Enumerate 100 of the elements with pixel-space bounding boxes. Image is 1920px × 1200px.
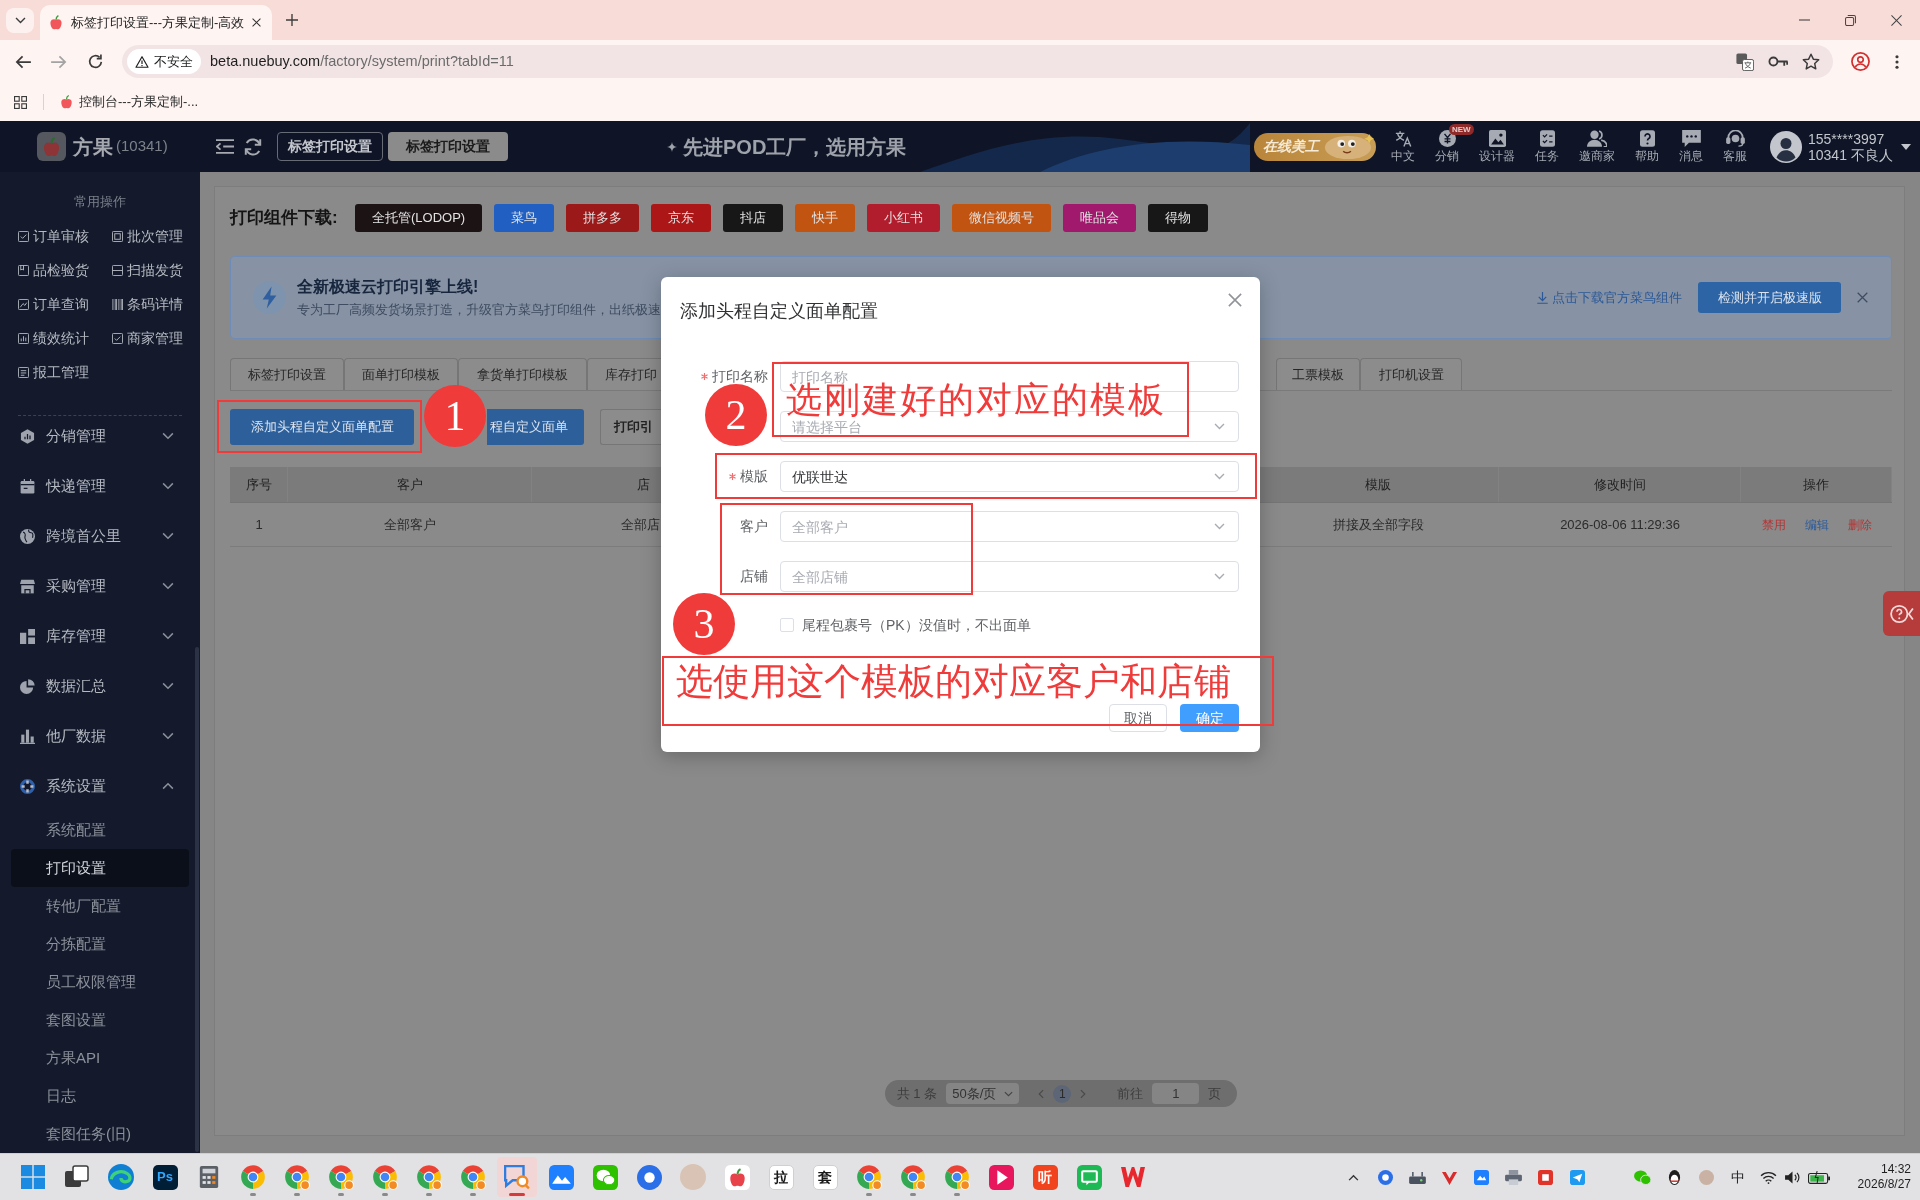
help-tab[interactable]: [1883, 591, 1920, 636]
key-icon[interactable]: [1768, 56, 1788, 67]
bookmark-link[interactable]: 控制台---方果定制-...: [55, 92, 204, 112]
tab[interactable]: 打印机设置: [1360, 358, 1462, 390]
menu-item[interactable]: 采购管理: [0, 566, 200, 606]
download-button[interactable]: 快手: [795, 204, 856, 232]
taskbar-button[interactable]: 套: [805, 1157, 845, 1197]
tab[interactable]: 工票模板: [1276, 358, 1360, 390]
forward-icon[interactable]: [51, 54, 67, 69]
scrollbar-thumb[interactable]: [195, 647, 199, 1152]
download-button[interactable]: 全托管(LODOP): [355, 204, 483, 232]
submenu-item[interactable]: 系统配置: [0, 811, 200, 849]
tab[interactable]: 面单打印模板: [344, 358, 458, 390]
download-button[interactable]: 唯品会: [1063, 204, 1137, 232]
speaker-icon[interactable]: [1784, 1170, 1800, 1184]
input-method-indicator[interactable]: 中: [1731, 1166, 1745, 1188]
download-button[interactable]: 京东: [651, 204, 712, 232]
header-tool[interactable]: 中文: [1381, 130, 1425, 163]
tab[interactable]: 标签打印设置: [230, 358, 344, 390]
tab-list-button[interactable]: [6, 7, 34, 33]
tab[interactable]: 库存打印: [587, 358, 661, 390]
quick-link[interactable]: 批次管理: [112, 219, 206, 253]
menu-item[interactable]: 跨境首公里: [0, 516, 200, 556]
minimize-icon[interactable]: [1798, 19, 1810, 21]
header-tool[interactable]: 客服: [1713, 130, 1757, 163]
paper-plane-icon[interactable]: [1569, 1169, 1585, 1185]
print-engine-select[interactable]: 打印引: [600, 409, 661, 445]
app-tile-icon[interactable]: [1537, 1169, 1553, 1185]
page-input[interactable]: 1: [1152, 1083, 1200, 1104]
custom-form-button[interactable]: 程自定义面单: [487, 409, 584, 445]
download-button[interactable]: 得物: [1148, 204, 1209, 232]
clock[interactable]: 14:32 2026/8/27: [1859, 1162, 1911, 1192]
breadcrumb-tab[interactable]: 标签打印设置: [388, 132, 508, 161]
translate-icon[interactable]: [1736, 52, 1754, 71]
profile-icon[interactable]: [1851, 52, 1870, 71]
taskbar-button[interactable]: 听: [1025, 1157, 1065, 1197]
enable-fast-button[interactable]: 检测并开启极速版: [1698, 282, 1841, 313]
submenu-item[interactable]: 打印设置: [11, 849, 189, 887]
reload-icon[interactable]: [87, 54, 103, 69]
cloud-app-icon[interactable]: [1473, 1169, 1489, 1185]
quick-link[interactable]: 条码详情: [112, 287, 206, 321]
caret-down-icon[interactable]: [1901, 143, 1911, 150]
printer-icon[interactable]: [1504, 1169, 1522, 1185]
quick-link[interactable]: 绩效统计: [18, 321, 112, 355]
submenu-item[interactable]: 方果API: [0, 1039, 200, 1077]
router-icon[interactable]: [1408, 1170, 1426, 1184]
menu-item[interactable]: 系统设置: [0, 766, 200, 806]
page-size-select[interactable]: 50条/页: [946, 1083, 1020, 1104]
restore-icon[interactable]: [1844, 14, 1856, 26]
security-chip[interactable]: 不安全: [127, 49, 201, 74]
quick-link[interactable]: 订单审核: [18, 219, 112, 253]
quick-link[interactable]: 商家管理: [112, 321, 206, 355]
menu-item[interactable]: 库存管理: [0, 616, 200, 656]
taskbar-button[interactable]: Ps: [145, 1157, 185, 1197]
v-shape-icon[interactable]: [1441, 1169, 1457, 1185]
quick-link[interactable]: 品检验货: [18, 253, 112, 287]
menu-item[interactable]: 分销管理: [0, 416, 200, 456]
menu-fold-icon[interactable]: [216, 139, 234, 154]
header-tool[interactable]: 消息: [1669, 130, 1713, 163]
checkbox[interactable]: [780, 618, 794, 632]
header-tool[interactable]: 任务: [1525, 130, 1569, 163]
submenu-item[interactable]: 转他厂配置: [0, 887, 200, 925]
download-button[interactable]: 抖店: [723, 204, 784, 232]
refresh-icon[interactable]: [244, 137, 262, 156]
quick-link[interactable]: 扫描发货: [112, 253, 206, 287]
close-icon[interactable]: [252, 18, 261, 27]
chevron-up-icon[interactable]: [1347, 1173, 1359, 1181]
menu-item[interactable]: 他厂数据: [0, 716, 200, 756]
menu-icon[interactable]: [1895, 54, 1899, 69]
taskbar-button[interactable]: 拉: [761, 1157, 801, 1197]
battery-icon[interactable]: [1808, 1170, 1830, 1184]
submenu-item[interactable]: 员工权限管理: [0, 963, 200, 1001]
tab[interactable]: 拿货单打印模板: [458, 358, 587, 390]
submenu-item[interactable]: 日志: [0, 1077, 200, 1115]
header-tool[interactable]: 邀商家: [1569, 130, 1625, 163]
download-button[interactable]: 小红书: [867, 204, 941, 232]
penguin-icon[interactable]: [1667, 1169, 1681, 1185]
menu-item[interactable]: 快递管理: [0, 466, 200, 506]
submenu-item[interactable]: 套图任务(旧): [0, 1115, 200, 1153]
circle-app-icon[interactable]: [1377, 1169, 1393, 1185]
download-button[interactable]: 拼多多: [566, 204, 640, 232]
breadcrumb-tab[interactable]: 标签打印设置: [277, 132, 383, 161]
download-button[interactable]: 菜鸟: [494, 204, 555, 232]
download-button[interactable]: 微信视频号: [952, 204, 1052, 232]
submenu-item[interactable]: 分拣配置: [0, 925, 200, 963]
apps-grid-icon[interactable]: [14, 95, 27, 109]
quick-link[interactable]: 报工管理: [18, 355, 112, 389]
wifi-icon[interactable]: [1759, 1170, 1777, 1184]
user-avatar-icon[interactable]: [1770, 130, 1802, 163]
add-config-button[interactable]: 添加头程自定义面单配置: [230, 409, 414, 445]
bookmark-star-icon[interactable]: [1802, 53, 1820, 70]
back-icon[interactable]: [15, 54, 31, 69]
cancel-button[interactable]: 取消: [1109, 704, 1167, 732]
header-tool[interactable]: 帮助: [1625, 130, 1669, 163]
quick-link[interactable]: 订单查询: [18, 287, 112, 321]
browser-tab[interactable]: 标签打印设置---方果定制-高效: [40, 5, 272, 40]
template-select[interactable]: 优联世达: [780, 461, 1239, 492]
close-icon[interactable]: [1890, 14, 1902, 26]
menu-item[interactable]: 数据汇总: [0, 666, 200, 706]
submenu-item[interactable]: 套图设置: [0, 1001, 200, 1039]
